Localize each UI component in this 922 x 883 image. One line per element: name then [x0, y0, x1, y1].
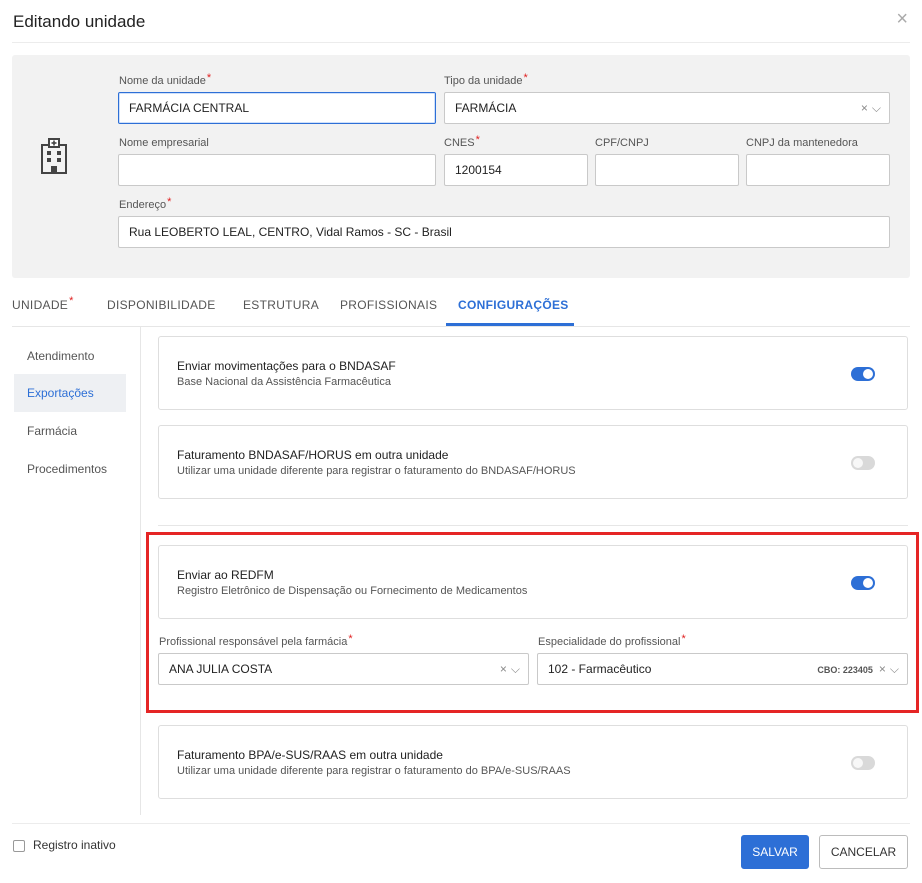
config-subtitle: Base Nacional da Assistência Farmacêutic…	[177, 376, 391, 388]
profissional-label: Profissional responsável pela farmácia*	[159, 633, 353, 648]
close-icon[interactable]: ×	[896, 9, 908, 29]
config-title: Enviar ao REDFM	[177, 568, 274, 582]
profissional-select[interactable]: ANA JULIA COSTA × ⌵	[158, 653, 529, 685]
bndasaf-toggle[interactable]	[851, 367, 875, 381]
tipo-unidade-label: Tipo da unidade*	[444, 72, 528, 87]
config-card-faturamento-bndasaf: Faturamento BNDASAF/HORUS em outra unida…	[158, 425, 908, 499]
sidebar-item-atendimento[interactable]: Atendimento	[14, 337, 126, 375]
section-divider	[158, 525, 908, 526]
especialidade-label: Especialidade do profissional*	[538, 633, 686, 648]
cnes-label: CNES*	[444, 134, 480, 149]
faturamento-bndasaf-toggle[interactable]	[851, 456, 875, 470]
tab-disponibilidade[interactable]: DISPONIBILIDADE	[107, 298, 216, 312]
hospital-building-icon	[41, 138, 67, 174]
cnpj-mantenedora-input[interactable]	[746, 154, 890, 186]
nome-empresarial-label: Nome empresarial	[119, 137, 209, 149]
endereco-input[interactable]: Rua LEOBERTO LEAL, CENTRO, Vidal Ramos -…	[118, 216, 890, 248]
cnpj-mantenedora-label: CNPJ da mantenedora	[746, 137, 858, 149]
cbo-code: CBO: 223405	[817, 665, 873, 675]
especialidade-value: 102 - Farmacêutico	[548, 662, 652, 676]
especialidade-select[interactable]: 102 - Farmacêutico CBO: 223405 × ⌵	[537, 653, 908, 685]
nome-empresarial-input[interactable]	[118, 154, 436, 186]
tab-configuracoes[interactable]: CONFIGURAÇÕES	[458, 298, 569, 312]
tabs-divider	[12, 326, 910, 327]
cpf-cnpj-input[interactable]	[595, 154, 739, 186]
cancel-button[interactable]: CANCELAR	[819, 835, 908, 869]
cpf-cnpj-label: CPF/CNPJ	[595, 137, 649, 149]
tipo-unidade-select[interactable]: FARMÁCIA × ⌵	[444, 92, 890, 124]
registro-inativo-checkbox[interactable]	[13, 840, 25, 852]
faturamento-bpa-toggle[interactable]	[851, 756, 875, 770]
save-button[interactable]: SALVAR	[741, 835, 809, 869]
sidebar-item-farmacia[interactable]: Farmácia	[14, 412, 126, 450]
sidebar-item-exportacoes[interactable]: Exportações	[14, 374, 126, 412]
redfm-toggle[interactable]	[851, 576, 875, 590]
cnes-input[interactable]: 1200154	[444, 154, 588, 186]
config-subtitle: Registro Eletrônico de Dispensação ou Fo…	[177, 585, 528, 597]
config-card-faturamento-bpa: Faturamento BPA/e-SUS/RAAS em outra unid…	[158, 725, 908, 799]
nome-unidade-input[interactable]: FARMÁCIA CENTRAL	[118, 92, 436, 124]
config-title: Faturamento BNDASAF/HORUS em outra unida…	[177, 448, 449, 462]
sidebar-divider	[140, 327, 141, 815]
tipo-unidade-value: FARMÁCIA	[455, 101, 517, 115]
sidebar-item-procedimentos[interactable]: Procedimentos	[14, 450, 126, 488]
config-subtitle: Utilizar uma unidade diferente para regi…	[177, 465, 576, 477]
chevron-down-icon[interactable]: ⌵	[890, 662, 899, 676]
config-title: Enviar movimentações para o BNDASAF	[177, 359, 396, 373]
config-title: Faturamento BPA/e-SUS/RAAS em outra unid…	[177, 748, 443, 762]
tab-profissionais[interactable]: PROFISSIONAIS	[340, 298, 437, 312]
nome-unidade-label: Nome da unidade*	[119, 72, 212, 87]
dialog-title: Editando unidade	[13, 12, 146, 31]
clear-icon[interactable]: ×	[861, 101, 868, 115]
tab-estrutura[interactable]: ESTRUTURA	[243, 298, 319, 312]
tab-unidade[interactable]: UNIDADE*	[12, 295, 74, 312]
profissional-value: ANA JULIA COSTA	[169, 662, 273, 676]
config-card-bndasaf: Enviar movimentações para o BNDASAF Base…	[158, 336, 908, 410]
footer-divider	[12, 823, 910, 824]
clear-icon[interactable]: ×	[879, 662, 886, 676]
chevron-down-icon[interactable]: ⌵	[511, 662, 520, 676]
chevron-down-icon[interactable]: ⌵	[872, 101, 881, 115]
header-divider	[12, 42, 910, 43]
registro-inativo-label: Registro inativo	[33, 838, 116, 852]
config-subtitle: Utilizar uma unidade diferente para regi…	[177, 765, 571, 777]
endereco-label: Endereço*	[119, 196, 172, 211]
config-card-redfm: Enviar ao REDFM Registro Eletrônico de D…	[158, 545, 908, 619]
clear-icon[interactable]: ×	[500, 662, 507, 676]
